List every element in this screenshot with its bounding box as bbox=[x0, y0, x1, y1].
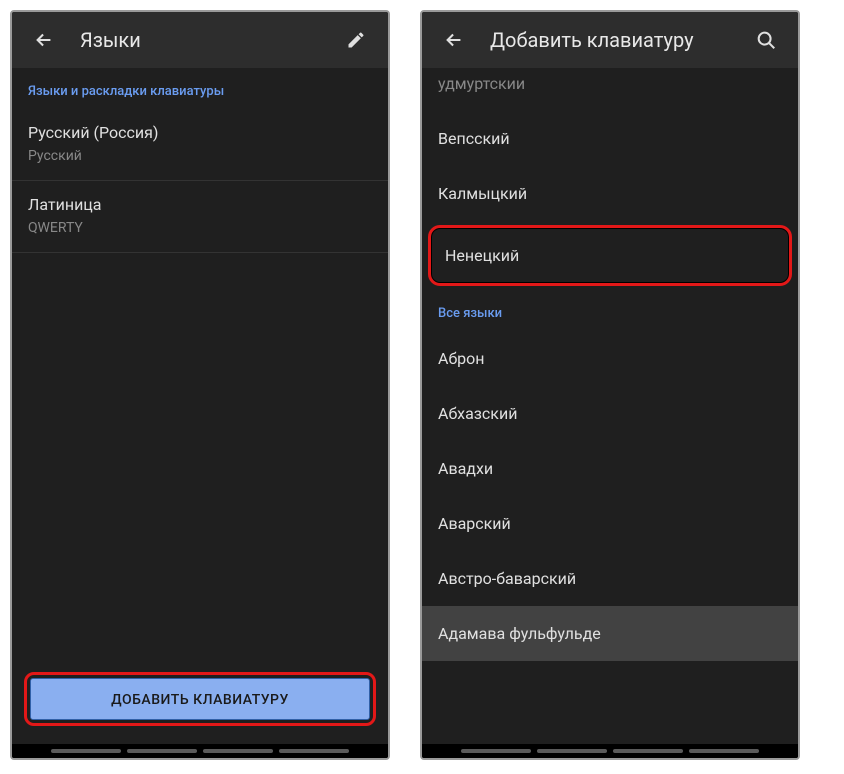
highlight-annotation: Ненецкий bbox=[428, 225, 792, 286]
highlight-annotation: ДОБАВИТЬ КЛАВИАТУРУ bbox=[24, 672, 376, 726]
language-list-item[interactable]: удмуртскии bbox=[422, 68, 798, 111]
edit-button[interactable] bbox=[336, 20, 376, 60]
nav-segment bbox=[279, 749, 349, 753]
pencil-icon bbox=[346, 30, 366, 50]
search-icon bbox=[755, 29, 777, 51]
language-list-item[interactable]: Адамава фульфульде bbox=[422, 606, 798, 661]
screen-title: Языки bbox=[80, 28, 336, 52]
language-list-item[interactable]: Абхазский bbox=[422, 386, 798, 441]
language-item[interactable]: Латиница QWERTY bbox=[12, 181, 388, 253]
back-button[interactable] bbox=[24, 20, 64, 60]
language-secondary: Русский bbox=[28, 148, 372, 164]
nav-bar bbox=[12, 744, 388, 758]
language-list-item-nenets[interactable]: Ненецкий bbox=[431, 228, 789, 283]
search-button[interactable] bbox=[746, 20, 786, 60]
language-item[interactable]: Русский (Россия) Русский bbox=[12, 109, 388, 181]
add-keyboard-screen: Добавить клавиатуру удмуртскии Вепсский … bbox=[420, 10, 800, 760]
add-keyboard-button[interactable]: ДОБАВИТЬ КЛАВИАТУРУ bbox=[30, 678, 370, 720]
language-list-item[interactable]: Аварский bbox=[422, 496, 798, 551]
app-bar: Добавить клавиатуру bbox=[422, 12, 798, 68]
nav-segment bbox=[203, 749, 273, 753]
back-arrow-icon bbox=[443, 29, 465, 51]
bottom-button-area: ДОБАВИТЬ КЛАВИАТУРУ bbox=[12, 662, 388, 744]
nav-segment bbox=[461, 749, 531, 753]
content-area: Языки и раскладки клавиатуры Русский (Ро… bbox=[12, 68, 388, 662]
app-bar: Языки bbox=[12, 12, 388, 68]
nav-segment bbox=[613, 749, 683, 753]
language-list-item[interactable]: Аброн bbox=[422, 331, 798, 386]
back-arrow-icon bbox=[33, 29, 55, 51]
back-button[interactable] bbox=[434, 20, 474, 60]
language-secondary: QWERTY bbox=[28, 220, 372, 236]
language-primary: Латиница bbox=[28, 195, 372, 214]
section-header-all-languages: Все языки bbox=[422, 290, 798, 331]
nav-segment bbox=[127, 749, 197, 753]
screen-title: Добавить клавиатуру bbox=[490, 28, 746, 52]
language-list-item[interactable]: Авадхи bbox=[422, 441, 798, 496]
language-list-item[interactable]: Австро-баварский bbox=[422, 551, 798, 606]
nav-bar bbox=[422, 744, 798, 758]
nav-segment bbox=[689, 749, 759, 753]
nav-segment bbox=[51, 749, 121, 753]
nav-segment bbox=[537, 749, 607, 753]
section-header-layouts: Языки и раскладки клавиатуры bbox=[12, 68, 388, 109]
language-list-item[interactable]: Вепсский bbox=[422, 111, 798, 166]
language-list-item[interactable]: Калмыцкий bbox=[422, 166, 798, 221]
language-primary: Русский (Россия) bbox=[28, 123, 372, 142]
content-area: удмуртскии Вепсский Калмыцкий Ненецкий В… bbox=[422, 68, 798, 744]
languages-screen: Языки Языки и раскладки клавиатуры Русск… bbox=[10, 10, 390, 760]
